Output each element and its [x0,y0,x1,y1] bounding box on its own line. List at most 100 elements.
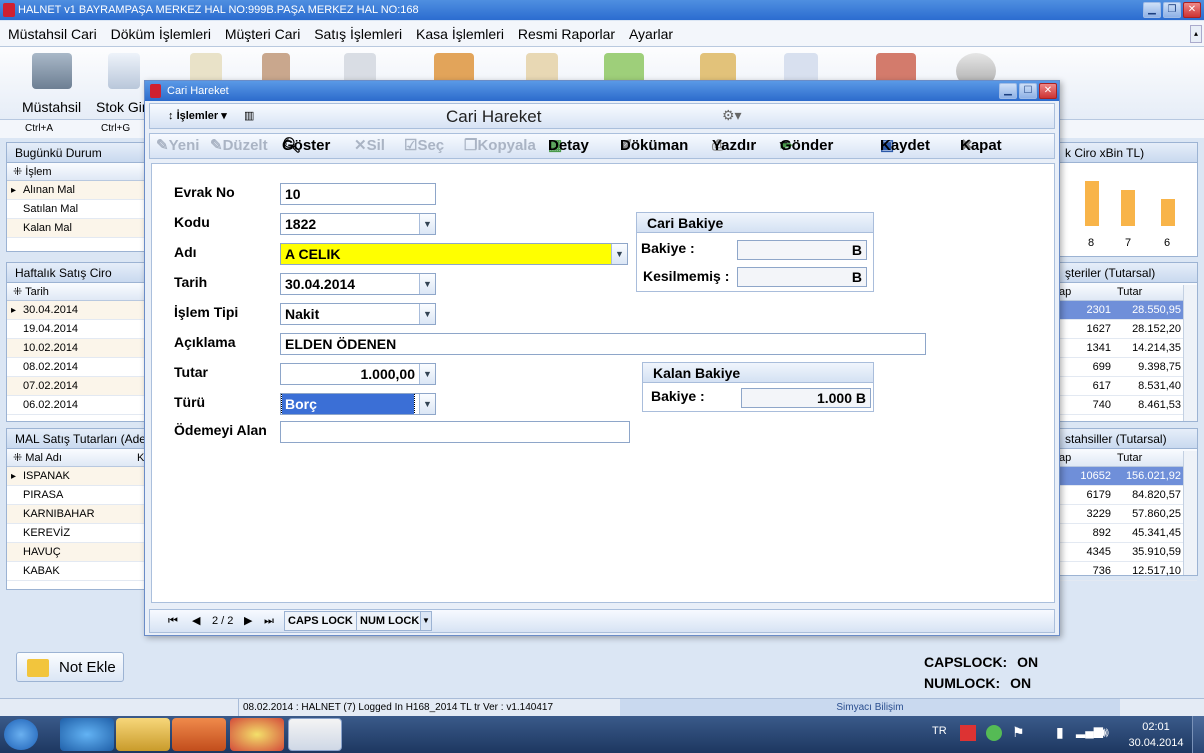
table-row[interactable]: 892 45.341,45 [1057,524,1197,543]
chevron-down-icon[interactable]: ▼ [419,394,435,414]
menu-mustahsil-cari[interactable]: Müstahsil Cari [8,26,97,42]
table-row[interactable]: 30.04.2014 [7,301,145,320]
table-row[interactable]: 1341 14.214,35 [1057,339,1197,358]
menu-scroll-icon[interactable]: ▴ [1190,25,1202,43]
last-record-icon[interactable]: ⏭ [264,610,274,632]
menu-dokum-islemleri[interactable]: Döküm İşlemleri [111,26,211,42]
chart-small-icon[interactable]: ▥ [244,109,254,122]
app-logo-icon [3,3,15,17]
prev-record-icon[interactable]: ◀ [192,610,200,632]
ribbon-stok-gir-label[interactable]: Stok Gir [96,99,147,115]
gonder-button[interactable]: ➦ Gönder ▾ [780,134,833,158]
list-item[interactable]: Kalan Mal [7,219,145,238]
clipboard-icon[interactable] [108,53,140,89]
table-row[interactable]: 3229 57.860,25 [1057,505,1197,524]
table-row[interactable]: 06.02.2014 [7,396,145,415]
network-icon[interactable]: ▂▄▆ [1076,724,1103,738]
kalan-bakiye-value: 1.000 B [741,388,871,408]
odemeyi-alan-label: Ödemeyi Alan [174,422,267,438]
table-row[interactable]: 740 8.461,53 [1057,396,1197,415]
kodu-field[interactable]: 1822 ▼ [280,213,436,235]
halnet-app-icon[interactable] [288,718,342,751]
ie-icon[interactable] [60,718,114,751]
tray-sync-icon[interactable] [986,725,1002,741]
sil-button[interactable]: ✕ Sil [354,134,385,158]
table-row[interactable]: 2301 28.550,95 [1057,301,1197,320]
scrollbar[interactable] [1183,285,1197,421]
table-row[interactable]: 6179 84.820,57 [1057,486,1197,505]
chevron-down-icon[interactable]: ▼ [419,364,435,384]
chrome-icon[interactable] [230,718,284,751]
language-indicator[interactable]: TR [932,725,947,737]
today-status-panel: Bugünkü Durum ⁜ İşlem Alınan Mal Satılan… [6,142,146,252]
minimize-icon[interactable]: ▁ [1143,2,1161,18]
table-row[interactable]: 699 9.398,75 [1057,358,1197,377]
tutar-field[interactable]: 1.000,00 ▼ [280,363,436,385]
tray-app-icon[interactable] [960,725,976,741]
chevron-down-icon[interactable]: ▼ [419,274,435,294]
menu-kasa-islemleri[interactable]: Kasa İşlemleri [416,26,504,42]
table-row[interactable]: 736 12.517,10 [1057,562,1197,581]
show-desktop-button[interactable] [1192,716,1204,753]
table-row[interactable]: KARNIBAHAR [7,505,145,524]
table-row[interactable]: 617 8.531,40 [1057,377,1197,396]
chevron-down-icon[interactable]: ▼ [420,611,432,631]
table-row[interactable]: PIRASA [7,486,145,505]
next-record-icon[interactable]: ▶ [244,610,252,632]
menu-resmi-raporlar[interactable]: Resmi Raporlar [518,26,615,42]
table-row[interactable]: 1627 28.152,20 [1057,320,1197,339]
table-row[interactable]: ISPANAK [7,467,145,486]
chevron-down-icon[interactable]: ▼ [419,214,435,234]
dialog-minimize-icon[interactable]: ▁ [999,83,1017,99]
tarih-field[interactable]: 30.04.2014 ▼ [280,273,436,295]
not-ekle-button[interactable]: Not Ekle [16,652,124,682]
weekly-sales-panel: Haftalık Satış Ciro ⁜ Tarih 30.04.2014 1… [6,262,146,422]
table-row[interactable]: 4345 35.910,59 [1057,543,1197,562]
volume-icon[interactable]: 🔊︎ [1100,724,1109,741]
gear-icon[interactable]: ⚙▾ [722,107,742,124]
table-row[interactable]: 10652 156.021,92 [1057,467,1197,486]
ribbon-mustahsil-label[interactable]: Müstahsil [22,99,81,115]
evrak-no-field[interactable]: 10 [280,183,436,205]
dialog-maximize-icon[interactable]: ☐ [1019,83,1037,99]
menu-musteri-cari[interactable]: Müşteri Cari [225,26,300,42]
dialog-close-icon[interactable]: ✕ [1039,83,1057,99]
odemeyi-alan-field[interactable] [280,421,630,443]
adi-field[interactable]: A CELIK ▼ [280,243,628,265]
islem-tipi-select[interactable]: Nakit ▼ [280,303,436,325]
list-item[interactable]: Alınan Mal [7,181,145,200]
table-row[interactable]: 19.04.2014 [7,320,145,339]
islemler-menu[interactable]: ↕ İşlemler ▾ [168,109,227,122]
kopyala-button[interactable]: ❐ Kopyala [464,134,536,158]
aciklama-field[interactable]: ELDEN ÖDENEN [280,333,926,355]
table-row[interactable]: 08.02.2014 [7,358,145,377]
scrollbar[interactable] [1183,451,1197,575]
table-row[interactable]: KEREVİZ [7,524,145,543]
truck-icon[interactable] [32,53,72,89]
sec-button[interactable]: ☑ Seç [404,134,444,158]
media-player-icon[interactable] [172,718,226,751]
yeni-button[interactable]: ✎ Yeni [156,134,199,158]
restore-icon[interactable]: ❐ [1163,2,1181,18]
first-record-icon[interactable]: ⏮ [168,610,178,632]
table-row[interactable]: HAVUÇ [7,543,145,562]
lock-status: CAPSLOCK: ON NUMLOCK: ON [924,652,1038,694]
battery-icon[interactable]: ▮ [1056,724,1064,741]
cari-bakiye-group: Cari Bakiye Bakiye : B Kesilmemiş : B [636,212,874,292]
list-item[interactable]: Satılan Mal [7,200,145,219]
folder-icon[interactable] [116,718,170,751]
table-row[interactable]: 10.02.2014 [7,339,145,358]
start-icon[interactable] [4,719,38,750]
menu-ayarlar[interactable]: Ayarlar [629,26,673,42]
table-row[interactable]: KABAK [7,562,145,581]
turu-select[interactable]: Borç ▼ [280,393,436,415]
chevron-down-icon[interactable]: ▼ [611,244,627,264]
record-position: 2 / 2 [212,615,234,627]
table-row[interactable]: 07.02.2014 [7,377,145,396]
close-icon[interactable]: ✕ [1183,2,1201,18]
flag-icon[interactable]: ⚑ [1012,724,1025,741]
duzelt-button[interactable]: ✎ Düzelt [210,134,268,158]
chevron-down-icon[interactable]: ▼ [419,304,435,324]
clock[interactable]: 02:01 30.04.2014 [1126,719,1186,751]
menu-satis-islemleri[interactable]: Satış İşlemleri [314,26,402,42]
